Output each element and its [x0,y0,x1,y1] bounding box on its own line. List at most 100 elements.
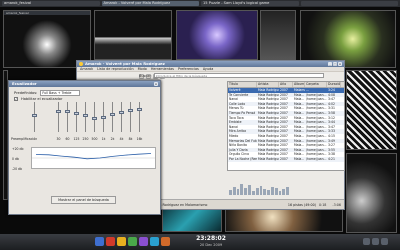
slider-knob[interactable] [101,115,106,119]
slider-knob[interactable] [65,110,70,114]
launcher-icon-3[interactable] [117,237,126,246]
launcher-icon-7[interactable] [161,237,170,246]
equalizer-titlebar[interactable]: Ecualizador × [9,81,160,87]
preset-label: Predefinidos: [14,91,38,95]
clock-time[interactable]: 23:28:02 [196,235,226,243]
playlist-row[interactable]: Por La Noche (Remix)Mala Rodríguez2007 Ma… [228,156,344,162]
band-label: 125 [73,137,80,141]
desktop-thumbnail-3[interactable] [176,10,258,60]
band-slider-125[interactable] [72,102,81,132]
desktop-thumbnail-7[interactable] [346,70,397,150]
launcher-icon-2[interactable] [106,237,115,246]
visualizer-bar [236,189,240,195]
slider-knob[interactable] [119,110,124,114]
visualizer-bar [274,188,278,195]
slider-track [139,102,140,132]
task-button-3[interactable]: 15 Puzzle - Sam Lloyd's logical game [201,1,299,6]
top-taskbar: amarok_fesival Amarok - Volveré por Mala… [0,0,400,7]
cell-album: Mala... [294,156,305,161]
task-button-4[interactable] [300,1,398,6]
slider-knob[interactable] [74,112,79,116]
desktop-thumbnail-8[interactable] [346,153,397,233]
elapsed-time: 0:18 [319,202,327,207]
column-artist[interactable]: Artista [257,82,279,87]
preset-select[interactable]: Full Bass + Treble [40,90,81,96]
column-year[interactable]: Año [279,82,293,87]
band-label: 250 [82,137,89,141]
visualizer-bar [282,189,286,195]
window-title: Amarok - Volveré por Mala Rodríguez [85,61,165,66]
band-slider-60[interactable] [63,102,72,132]
band-label: 60 [65,137,70,141]
band-slider-4k[interactable] [117,102,126,132]
volume-icon[interactable] [372,238,379,245]
cell-artist: Mala Rodríguez [258,156,279,161]
task-button-2[interactable]: Amarok - Volveré por Mala Rodríguez [101,1,199,6]
maximize-icon[interactable]: □ [333,62,337,66]
visualizer-bar [251,191,255,195]
column-folder[interactable]: Carpeta [305,82,327,87]
menu-amarok[interactable]: Amarok [80,67,93,71]
column-length[interactable]: Duración [327,82,341,87]
amarok-tray-icon[interactable] [381,238,388,245]
slider-knob[interactable] [92,116,97,120]
search-input[interactable] [153,73,324,78]
preamp-knob[interactable] [32,114,37,118]
slider-track [121,102,122,132]
launcher-icon-5[interactable] [139,237,148,246]
enable-equalizer-checkbox[interactable]: ✓ [14,97,18,101]
column-title[interactable]: Título [228,82,257,87]
db-label-mid: 0 db [12,157,19,161]
launcher-icon-1[interactable] [95,237,104,246]
slider-knob[interactable] [137,107,142,111]
band-slider-250[interactable] [81,102,90,132]
playlist: Título Artista Año Álbum Carpeta Duració… [227,81,345,171]
enable-equalizer-label: Habilitar el ecualizador [21,97,63,101]
menu-help[interactable]: Ayuda [203,67,213,71]
band-label: 4k [119,137,124,141]
db-label-bottom: -20 db [12,167,22,171]
equalizer-close-icon[interactable]: × [154,82,158,86]
slider-knob[interactable] [56,109,61,113]
search-row: Buscar: [139,73,324,78]
show-search-panel-button[interactable]: Mostrar el panel de búsqueda [51,196,116,204]
menu-settings[interactable]: Preferencias [178,67,199,71]
preamp-label: Preamplificación [11,137,38,141]
band-label: 8k [128,137,133,141]
menu-tools[interactable]: Herramientas [151,67,174,71]
visualizer-bar [248,185,251,195]
band-slider-500[interactable] [90,102,99,132]
slider-knob[interactable] [110,112,115,116]
task-button-1[interactable]: amarok_fesival [2,1,100,6]
minimize-icon[interactable]: _ [328,62,332,66]
band-slider-16k[interactable] [135,102,144,132]
desktop-thumbnail-2[interactable] [94,10,172,60]
playlist-body: VolveréMala Rodríguez2007Malamarismo...3… [228,88,344,162]
band-label: 30 [56,137,61,141]
column-album[interactable]: Álbum [293,82,305,87]
band-slider-2k[interactable] [108,102,117,132]
equalizer-title: Ecualizador [12,81,37,86]
band-label: 1k [101,137,106,141]
window-titlebar[interactable]: Amarok - Volveré por Mala Rodríguez _ □ … [77,61,344,67]
system-tray [363,238,388,245]
amarok-app-icon [79,62,83,66]
cell-year: 2007 [280,156,288,161]
menu-mode[interactable]: Modo [138,67,147,71]
slider-knob[interactable] [128,109,133,113]
close-icon[interactable]: × [338,62,342,66]
band-slider-30[interactable] [54,102,63,132]
visualizer-bar [232,186,236,195]
slider-knob[interactable] [83,114,88,118]
launcher-icon-4[interactable] [128,237,137,246]
launcher-icon-6[interactable] [150,237,159,246]
visualizer-bar [255,187,259,195]
band-slider-1k[interactable] [99,102,108,132]
band-label: 16k [136,137,143,141]
desktop-thumbnail-4[interactable] [260,10,296,60]
menu-playlist[interactable]: Lista de reproducción [97,67,134,71]
band-label: 2k [110,137,115,141]
preamp-slider[interactable] [30,102,39,132]
network-icon[interactable] [363,238,370,245]
band-slider-8k[interactable] [126,102,135,132]
